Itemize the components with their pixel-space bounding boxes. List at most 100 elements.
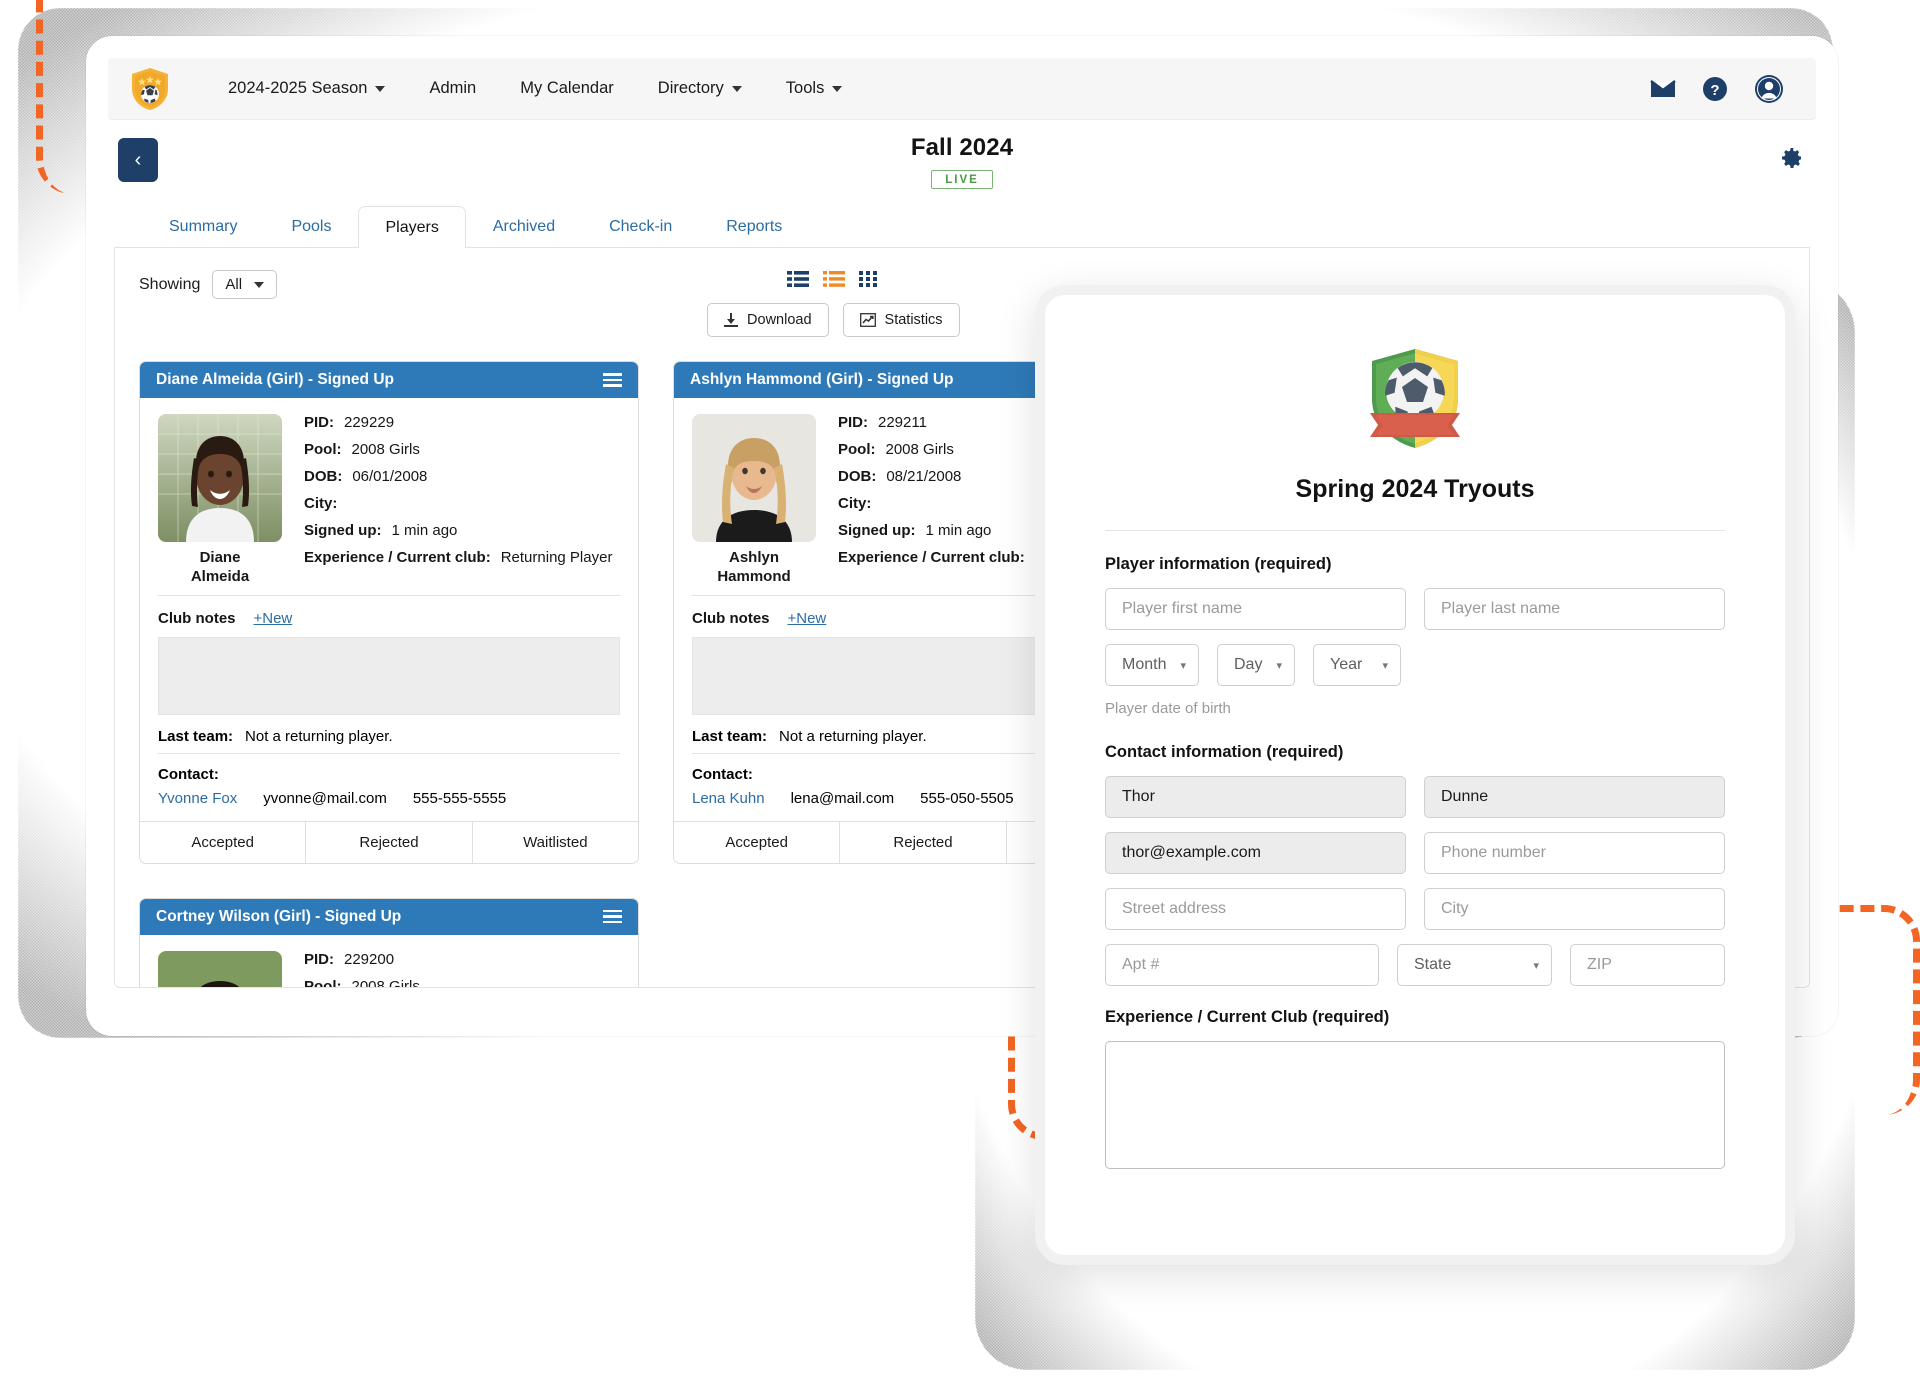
player-avatar xyxy=(158,950,282,987)
player-city-row: City: xyxy=(304,495,620,512)
contact-name[interactable]: Lena Kuhn xyxy=(692,790,765,807)
contact-email-input[interactable] xyxy=(1122,844,1389,862)
contact-last-name-input[interactable] xyxy=(1441,788,1708,806)
player-photo-column: Diane Almeida xyxy=(158,414,282,587)
chevron-down-icon xyxy=(832,85,843,92)
contact-name[interactable]: Yvonne Fox xyxy=(158,790,237,807)
contact-first-name-field[interactable] xyxy=(1105,776,1406,818)
tab-players[interactable]: Players xyxy=(358,206,466,248)
shield-soccer-logo-icon[interactable] xyxy=(130,67,170,111)
download-button-label: Download xyxy=(747,312,812,328)
dob-label: DOB: xyxy=(838,468,877,485)
state-select-value: State xyxy=(1414,956,1452,973)
contact-info-section-title: Contact information (required) xyxy=(1105,743,1344,761)
player-card[interactable]: Cortney Wilson (Girl) - Signed Up PID: 2… xyxy=(139,897,639,988)
statistics-button[interactable]: Statistics xyxy=(842,303,960,337)
experience-section-title: Experience / Current Club (required) xyxy=(1105,1008,1390,1026)
player-last-name-input[interactable] xyxy=(1441,600,1708,618)
nav-item-directory[interactable]: Directory xyxy=(636,79,764,98)
download-button[interactable]: Download xyxy=(707,303,829,337)
last-team-value: Not a returning player. xyxy=(779,727,927,745)
player-signedup-row: Signed up: 1 min ago xyxy=(304,522,620,539)
tryout-registration-form-overlay: Spring 2024 Tryouts Player information (… xyxy=(1035,285,1795,1265)
club-notes-label: Club notes xyxy=(158,609,236,627)
accept-button[interactable]: Accepted xyxy=(140,821,307,863)
contact-email-field[interactable] xyxy=(1105,832,1406,874)
page-header: ‹ Fall 2024 LIVE xyxy=(86,120,1838,206)
compact-list-view-icon[interactable] xyxy=(823,270,846,293)
player-card-header: Cortney Wilson (Girl) - Signed Up xyxy=(140,898,638,935)
player-card[interactable]: Diane Almeida (Girl) - Signed Up Diane A… xyxy=(139,361,639,864)
chevron-down-icon xyxy=(254,281,265,288)
tab-reports[interactable]: Reports xyxy=(699,205,809,247)
tab-check-in[interactable]: Check-in xyxy=(582,205,699,247)
grid-view-icon[interactable] xyxy=(859,270,879,293)
mail-icon[interactable] xyxy=(1650,79,1676,99)
player-first-name-field[interactable] xyxy=(1105,588,1406,630)
reject-button[interactable]: Rejected xyxy=(840,821,1007,863)
contact-line: Yvonne Fox yvonne@mail.com 555-555-5555 xyxy=(158,790,620,807)
account-avatar-icon[interactable] xyxy=(1754,74,1784,104)
registration-form: Spring 2024 Tryouts Player information (… xyxy=(1045,295,1785,1169)
pool-label: Pool: xyxy=(838,441,876,458)
pid-value: 229200 xyxy=(344,950,395,968)
nav-item-season[interactable]: 2024-2025 Season xyxy=(206,79,407,98)
list-view-icon[interactable] xyxy=(787,270,810,293)
nav-item-admin[interactable]: Admin xyxy=(407,79,498,98)
add-note-link[interactable]: +New xyxy=(788,610,827,627)
contact-phone-input[interactable] xyxy=(1441,844,1708,862)
card-menu-icon[interactable] xyxy=(603,373,622,387)
player-last-name: Hammond xyxy=(717,567,791,585)
zip-input[interactable] xyxy=(1587,956,1708,974)
showing-select[interactable]: All xyxy=(212,270,278,299)
tab-bar: Summary Pools Players Archived Check-in … xyxy=(114,206,1810,248)
contact-phone-field[interactable] xyxy=(1424,832,1725,874)
dob-month-select[interactable]: Month ▾ xyxy=(1105,644,1199,686)
street-address-input[interactable] xyxy=(1122,900,1389,918)
nav-item-tools[interactable]: Tools xyxy=(764,79,865,98)
player-first-name-input[interactable] xyxy=(1122,600,1389,618)
dob-year-select[interactable]: Year ▾ xyxy=(1313,644,1401,686)
contact-label: Contact: xyxy=(158,765,219,783)
tab-summary[interactable]: Summary xyxy=(142,205,264,247)
city-field[interactable] xyxy=(1424,888,1725,930)
dob-day-select[interactable]: Day ▾ xyxy=(1217,644,1295,686)
player-photo-column: Cortney Wilson xyxy=(158,950,282,987)
tab-archived[interactable]: Archived xyxy=(466,205,582,247)
showing-filter: Showing All xyxy=(139,270,278,299)
reject-button[interactable]: Rejected xyxy=(306,821,473,863)
state-select[interactable]: State ▾ xyxy=(1397,944,1552,986)
contact-last-name-field[interactable] xyxy=(1424,776,1725,818)
statistics-button-label: Statistics xyxy=(884,312,943,328)
player-last-name-field[interactable] xyxy=(1424,588,1725,630)
gear-icon[interactable] xyxy=(1780,146,1804,175)
card-menu-icon[interactable] xyxy=(603,909,622,924)
dob-year-value: Year xyxy=(1330,656,1363,673)
pid-value: 229211 xyxy=(878,414,927,431)
city-label: City: xyxy=(304,495,338,512)
zip-field[interactable] xyxy=(1570,944,1725,986)
player-pool-row: Pool: 2008 Girls xyxy=(304,977,620,988)
page-title: Fall 2024 xyxy=(910,134,1014,161)
city-input[interactable] xyxy=(1441,900,1708,918)
help-icon[interactable]: ? xyxy=(1702,76,1728,102)
waitlist-button[interactable]: Waitlisted xyxy=(473,822,638,863)
apt-field[interactable] xyxy=(1105,944,1379,986)
screenshot-stage: 2024-2025 Season Admin My Calendar Direc… xyxy=(0,0,1920,1382)
nav-item-my-calendar[interactable]: My Calendar xyxy=(498,79,636,98)
last-team-label: Last team: xyxy=(158,727,234,745)
street-address-field[interactable] xyxy=(1105,888,1406,930)
nav-item-admin-label: Admin xyxy=(429,79,477,97)
experience-textarea[interactable] xyxy=(1105,1041,1725,1169)
page-title-block: Fall 2024 LIVE xyxy=(86,134,1838,189)
tab-pools[interactable]: Pools xyxy=(264,205,358,247)
contact-first-name-input[interactable] xyxy=(1122,788,1389,806)
club-notes-box[interactable] xyxy=(158,636,620,715)
accept-button[interactable]: Accepted xyxy=(674,821,841,863)
add-note-link[interactable]: +New xyxy=(254,610,293,627)
player-name: Ashlyn Hammond xyxy=(692,549,816,587)
apt-input[interactable] xyxy=(1122,956,1362,974)
player-first-name: Ashlyn xyxy=(728,549,779,566)
pool-label: Pool: xyxy=(304,977,342,988)
view-and-export-tools: Download Statistics xyxy=(707,270,960,337)
